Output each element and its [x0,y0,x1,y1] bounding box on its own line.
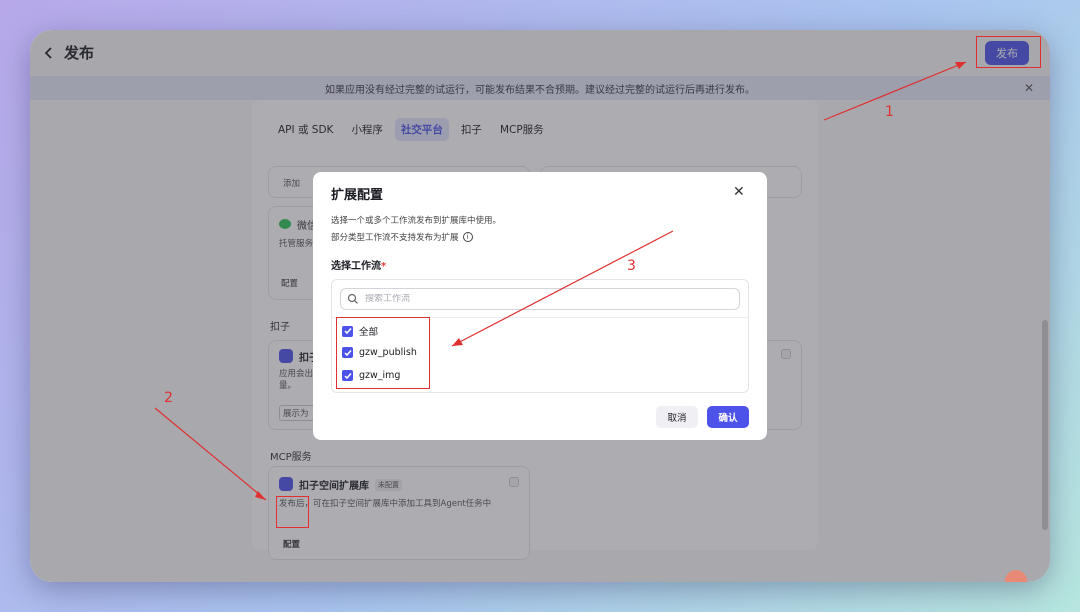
extension-config-dialog: 扩展配置 ✕ 选择一个或多个工作流发布到扩展库中使用。 部分类型工作流不支持发布… [313,172,767,440]
cancel-button[interactable]: 取消 [656,406,698,428]
workflow-field-label-text: 选择工作流 [331,261,381,272]
dialog-note-text: 部分类型工作流不支持发布为扩展 [331,233,459,243]
search-icon [347,293,358,304]
annotation-box-config [276,496,309,528]
close-icon[interactable]: ✕ [733,184,745,200]
annotation-box-workflows [336,317,430,389]
scrollbar[interactable] [1042,320,1048,530]
required-mark: * [381,261,387,272]
workflow-search [340,288,740,310]
annotation-number-3: 3 [627,258,636,274]
annotation-box-publish [976,36,1041,68]
dialog-note: 部分类型工作流不支持发布为扩展 i [331,231,473,243]
app-window: 发布 发布 如果应用没有经过完整的试运行，可能发布结果不合预期。建议经过完整的试… [30,30,1050,582]
annotation-number-1: 1 [885,104,894,120]
dialog-title: 扩展配置 [331,188,384,203]
workflow-field-label: 选择工作流* [331,257,386,272]
annotation-number-2: 2 [164,390,173,406]
info-icon[interactable]: i [462,232,473,242]
confirm-button[interactable]: 确认 [707,406,749,428]
dialog-description: 选择一个或多个工作流发布到扩展库中使用。 [331,216,502,226]
workflow-search-input[interactable] [365,294,725,304]
